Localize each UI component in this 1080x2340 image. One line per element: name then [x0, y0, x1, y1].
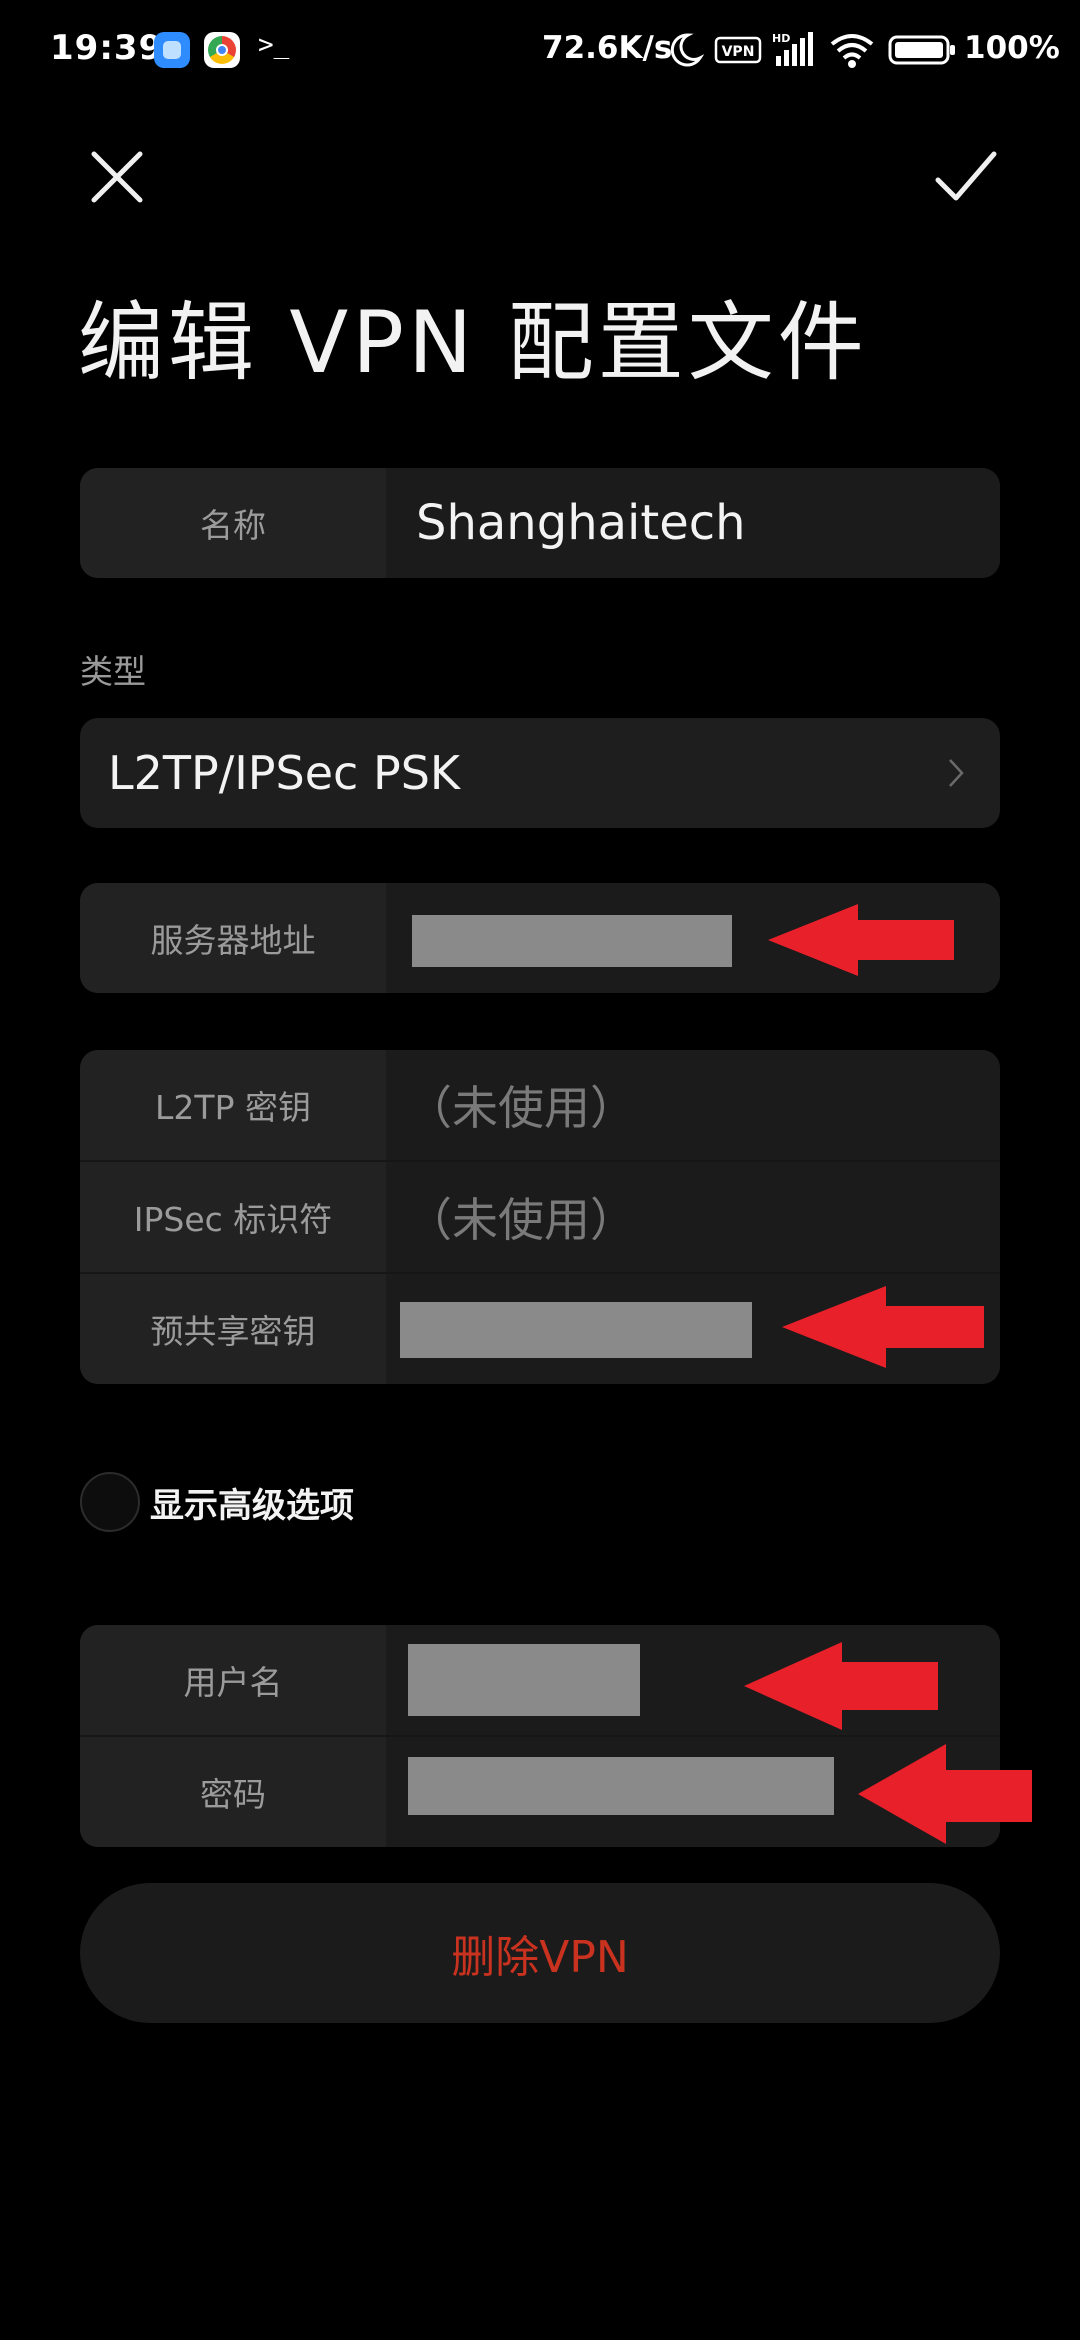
annotation-arrow	[744, 1642, 938, 1730]
psk-label: 预共享密钥	[80, 1274, 386, 1384]
redaction-box	[400, 1302, 752, 1358]
status-time: 19:39	[50, 28, 164, 68]
type-value: L2TP/IPSec PSK	[108, 746, 461, 800]
signal-icon: HD	[772, 32, 813, 66]
check-icon[interactable]	[920, 138, 1010, 216]
l2tp-key-label: L2TP 密钥	[80, 1050, 386, 1160]
delete-vpn-button[interactable]: 删除VPN	[80, 1883, 1000, 2023]
type-section-label: 类型	[80, 652, 146, 691]
redaction-box	[408, 1644, 640, 1716]
name-input[interactable]: Shanghaitech	[386, 468, 1000, 578]
terminal-icon: >_	[258, 30, 290, 60]
vpn-icon: VPN	[714, 36, 762, 64]
app-icon-blue	[154, 32, 190, 68]
advanced-options-toggle[interactable]: 显示高级选项	[80, 1472, 354, 1532]
name-label: 名称	[80, 468, 386, 578]
ipsec-id-label: IPSec 标识符	[80, 1162, 386, 1272]
server-label: 服务器地址	[80, 883, 386, 993]
hd-badge-text: HD	[772, 32, 790, 45]
redaction-box	[412, 915, 732, 967]
username-label: 用户名	[80, 1625, 386, 1735]
advanced-options-radio[interactable]	[80, 1472, 140, 1532]
net-speed: 72.6K/s	[542, 30, 673, 66]
chevron-right-icon	[949, 759, 964, 787]
close-icon[interactable]	[78, 138, 156, 216]
name-card: 名称 Shanghaitech	[80, 468, 1000, 578]
page-title: 编辑 VPN 配置文件	[78, 293, 868, 393]
wifi-icon	[830, 34, 874, 68]
advanced-options-label: 显示高级选项	[150, 1485, 354, 1526]
name-row[interactable]: 名称 Shanghaitech	[80, 468, 1000, 578]
battery-icon	[888, 35, 955, 65]
status-bar: 19:39 >_ 72.6K/s VPN HD 100%	[0, 0, 1080, 100]
moon-icon	[670, 33, 704, 67]
annotation-arrow	[782, 1286, 984, 1368]
chrome-icon	[204, 32, 240, 68]
l2tp-key-input[interactable]: （未使用）	[386, 1050, 1000, 1160]
vpn-badge-text: VPN	[722, 44, 755, 60]
ipsec-id-row[interactable]: IPSec 标识符 （未使用）	[80, 1160, 1000, 1272]
type-selector[interactable]: L2TP/IPSec PSK	[80, 718, 1000, 828]
redaction-box	[408, 1757, 834, 1815]
password-label: 密码	[80, 1737, 386, 1847]
ipsec-id-input[interactable]: （未使用）	[386, 1162, 1000, 1272]
vpn-edit-screen: 19:39 >_ 72.6K/s VPN HD 100% 编辑 VPN 配置文件…	[0, 0, 1080, 2340]
battery-percent: 100%	[964, 30, 1060, 66]
annotation-arrow	[858, 1744, 1032, 1844]
l2tp-key-row[interactable]: L2TP 密钥 （未使用）	[80, 1050, 1000, 1160]
annotation-arrow	[768, 904, 954, 976]
